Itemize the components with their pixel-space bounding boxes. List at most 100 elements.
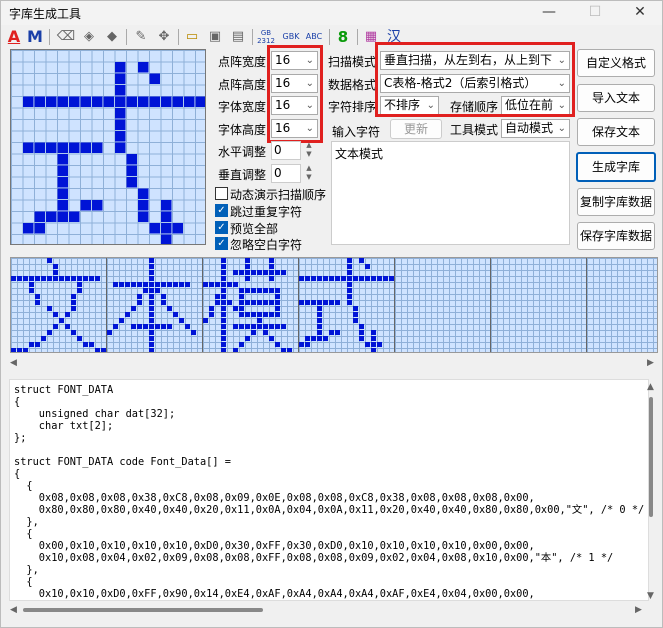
eraser-icon[interactable]: ⌫	[56, 27, 76, 47]
glyph-pixels	[107, 258, 196, 352]
glyph-pixel	[149, 288, 154, 293]
glyph-pixel	[71, 306, 76, 311]
glyph-pixel	[359, 324, 364, 329]
glyph-pixel	[17, 348, 22, 352]
glyph-pixel	[92, 142, 103, 153]
abc-button[interactable]: ABC	[303, 27, 325, 47]
save-text-button[interactable]: 保存文本	[577, 118, 655, 146]
glyph-pixel	[221, 288, 226, 293]
glyph-pixel	[161, 282, 166, 287]
glyph-pixel	[126, 177, 137, 188]
checkbox[interactable]: ✓	[215, 221, 228, 234]
glyph-pixel	[299, 342, 304, 347]
glyph-pixel	[251, 270, 256, 275]
scroll-left-icon[interactable]: ◀	[10, 358, 17, 370]
font-width-label: 字体宽度	[218, 100, 267, 114]
code-output[interactable]: struct FONT_DATA { unsigned char dat[32]…	[9, 379, 649, 601]
glyph-cell[interactable]	[299, 258, 395, 352]
scroll-up-icon[interactable]: ▲	[647, 382, 654, 394]
glyph-pixel	[209, 306, 214, 311]
h-adjust-input[interactable]: 0	[271, 141, 301, 160]
glyph-pixel	[335, 330, 340, 335]
checkbox[interactable]	[215, 187, 228, 200]
code-scroll-right-icon[interactable]: ▶	[635, 605, 642, 617]
move-icon[interactable]: ✥	[154, 27, 174, 47]
gbk-button[interactable]: GBK	[279, 27, 303, 47]
glyph-cell-empty[interactable]	[587, 258, 657, 352]
highlight-size-box	[267, 45, 323, 143]
glyph-pixel	[53, 276, 58, 281]
glyph-pixel	[275, 312, 280, 317]
glyph-pixel	[57, 188, 68, 199]
glyph-pixel	[172, 223, 183, 234]
glyph-pixel	[59, 318, 64, 323]
glyph-pixel	[221, 348, 226, 352]
copy-font-data-button[interactable]: 复制字库数据	[577, 188, 655, 216]
glyph-pixel	[46, 211, 57, 222]
glyph-pixel	[149, 324, 154, 329]
glyph-pixel	[275, 294, 280, 299]
fill-icon[interactable]: ◈	[79, 27, 99, 47]
glyph-pixel	[221, 258, 226, 263]
glyph-cell-empty[interactable]	[395, 258, 491, 352]
maximize-button[interactable]: ☐	[573, 1, 617, 25]
glyph-pixel	[353, 306, 358, 311]
glyph-pixel	[347, 276, 352, 281]
glyph-cell[interactable]	[107, 258, 203, 352]
glyph-cell[interactable]	[11, 258, 107, 352]
input-text-area[interactable]: 文本模式	[331, 141, 570, 245]
digit-8-button[interactable]: 8	[333, 27, 353, 47]
gb2312-button[interactable]: GB 2312	[256, 27, 276, 47]
glyph-pixel	[95, 276, 100, 281]
save-icon[interactable]: ▣	[205, 27, 225, 47]
minimize-button[interactable]: —	[527, 1, 571, 25]
custom-format-button[interactable]: 自定义格式	[577, 49, 655, 77]
glyph-cell[interactable]	[203, 258, 299, 352]
glyph-pixel	[138, 200, 149, 211]
glyph-pixel	[227, 300, 232, 305]
v-adjust-stepper[interactable]: ▲ ▼	[302, 164, 316, 183]
glyph-cell-empty[interactable]	[491, 258, 587, 352]
font-a-button[interactable]: A	[4, 27, 24, 47]
glyph-pixel	[53, 270, 58, 275]
bucket-icon[interactable]: ◆	[102, 27, 122, 47]
v-adjust-input[interactable]: 0	[271, 164, 301, 183]
glyph-pixel	[341, 276, 346, 281]
glyph-pixel	[365, 264, 370, 269]
glyph-pixel	[245, 276, 250, 281]
tool-mode-select[interactable]: 自动模式 ⌄	[501, 119, 570, 138]
glyph-preview-grid[interactable]	[10, 49, 206, 245]
glyph-pixel	[371, 330, 376, 335]
glyph-pixel	[275, 306, 280, 311]
glyph-pixel	[53, 312, 58, 317]
save-as-icon[interactable]: ▤	[228, 27, 248, 47]
glyph-pixel	[269, 324, 274, 329]
import-text-button[interactable]: 导入文本	[577, 84, 655, 112]
scroll-right-icon[interactable]: ▶	[647, 358, 654, 370]
glyph-pixel	[227, 282, 232, 287]
glyph-pixel	[65, 276, 70, 281]
glyph-pixel	[389, 276, 394, 281]
glyph-pixel	[263, 330, 268, 335]
open-folder-icon[interactable]: ▭	[182, 27, 202, 47]
pencil-icon[interactable]: ✎	[131, 27, 151, 47]
close-button[interactable]: ✕	[618, 1, 662, 25]
checkbox[interactable]: ✓	[215, 237, 228, 250]
glyph-strip[interactable]	[10, 257, 658, 353]
save-font-data-button[interactable]: 保存字库数据	[577, 222, 655, 250]
scroll-down-icon[interactable]: ▼	[647, 591, 654, 603]
horizontal-scrollbar-thumb[interactable]	[23, 608, 263, 612]
glyph-pixel	[215, 300, 220, 305]
glyph-pixel	[71, 330, 76, 335]
update-button[interactable]: 更新	[390, 119, 442, 139]
code-scroll-left-icon[interactable]: ◀	[10, 605, 17, 617]
h-adjust-stepper[interactable]: ▲ ▼	[302, 141, 316, 160]
font-m-button[interactable]: M	[25, 27, 45, 47]
checkbox[interactable]: ✓	[215, 204, 228, 217]
generate-font-button[interactable]: 生成字库	[576, 152, 656, 182]
glyph-pixel	[317, 330, 322, 335]
glyph-pixel	[143, 288, 148, 293]
glyph-pixel	[359, 336, 364, 341]
glyph-pixel	[239, 342, 244, 347]
vertical-scrollbar-thumb[interactable]	[649, 397, 653, 517]
